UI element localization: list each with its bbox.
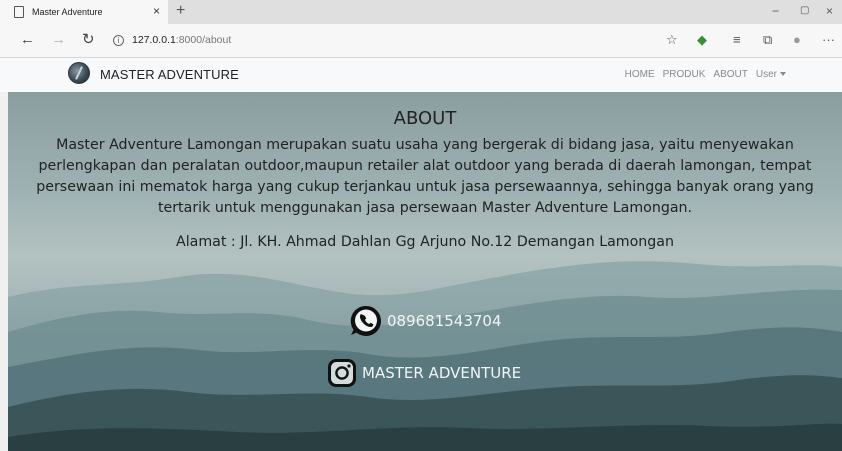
url-field[interactable]: 127.0.0.1:8000/about [132,34,231,46]
tab-close-icon[interactable]: × [153,5,160,17]
chevron-down-icon [780,72,786,77]
instagram-icon [328,359,356,387]
info-icon[interactable]: i [113,35,124,46]
nav-about[interactable]: ABOUT [713,69,747,80]
whatsapp-contact[interactable]: 089681543704 [349,302,502,340]
compass-logo-icon[interactable] [68,62,90,84]
favorites-icon[interactable]: ≡ [733,32,741,48]
whatsapp-number: 089681543704 [387,312,502,330]
forward-icon[interactable]: → [51,32,66,48]
more-icon[interactable]: ··· [822,32,835,48]
address-text: Alamat : Jl. KH. Ahmad Dahlan Gg Arjuno … [175,234,674,250]
hero-section: ABOUT Master Adventure Lamongan merupaka… [8,92,842,451]
collections-icon[interactable]: ⧉ [763,32,772,48]
minimize-icon[interactable]: − [772,4,779,18]
whatsapp-icon [350,305,382,336]
url-host: 127.0.0.1 [132,34,176,46]
star-icon[interactable]: ☆ [666,32,678,48]
refresh-icon[interactable]: ↻ [82,32,95,48]
browser-tab[interactable]: Master Adventure × [0,0,168,24]
address-bar: ← → ↻ i 127.0.0.1:8000/about ☆ ◆ ≡ ⧉ ● ·… [0,24,842,58]
nav-home[interactable]: HOME [625,69,655,80]
extension-icon[interactable]: ◆ [697,32,707,48]
site-navbar: MASTER ADVENTURE HOME PRODUK ABOUT User [0,58,842,92]
window-close-icon[interactable]: × [826,4,833,18]
new-tab-icon[interactable]: + [176,3,185,19]
about-description: Master Adventure Lamongan merupakan suat… [36,137,814,216]
tab-title: Master Adventure [32,7,103,17]
instagram-contact[interactable]: MASTER ADVENTURE [326,354,521,392]
page-icon [14,6,24,18]
brand-name[interactable]: MASTER ADVENTURE [100,67,239,82]
user-label: User [755,69,777,80]
about-content: ABOUT Master Adventure Lamongan merupaka… [8,92,842,451]
nav-produk[interactable]: PRODUK [663,69,706,80]
restore-icon[interactable]: ▢ [800,4,809,18]
profile-icon[interactable]: ● [793,32,801,48]
back-icon[interactable]: ← [20,32,35,48]
about-title: ABOUT [393,108,457,129]
browser-tab-bar: Master Adventure × + − ▢ × [0,0,842,24]
url-path: :8000/about [175,34,232,46]
instagram-name: MASTER ADVENTURE [362,364,522,382]
nav-user-dropdown[interactable]: User [756,69,786,80]
nav-menu: HOME PRODUK ABOUT User [625,69,786,80]
